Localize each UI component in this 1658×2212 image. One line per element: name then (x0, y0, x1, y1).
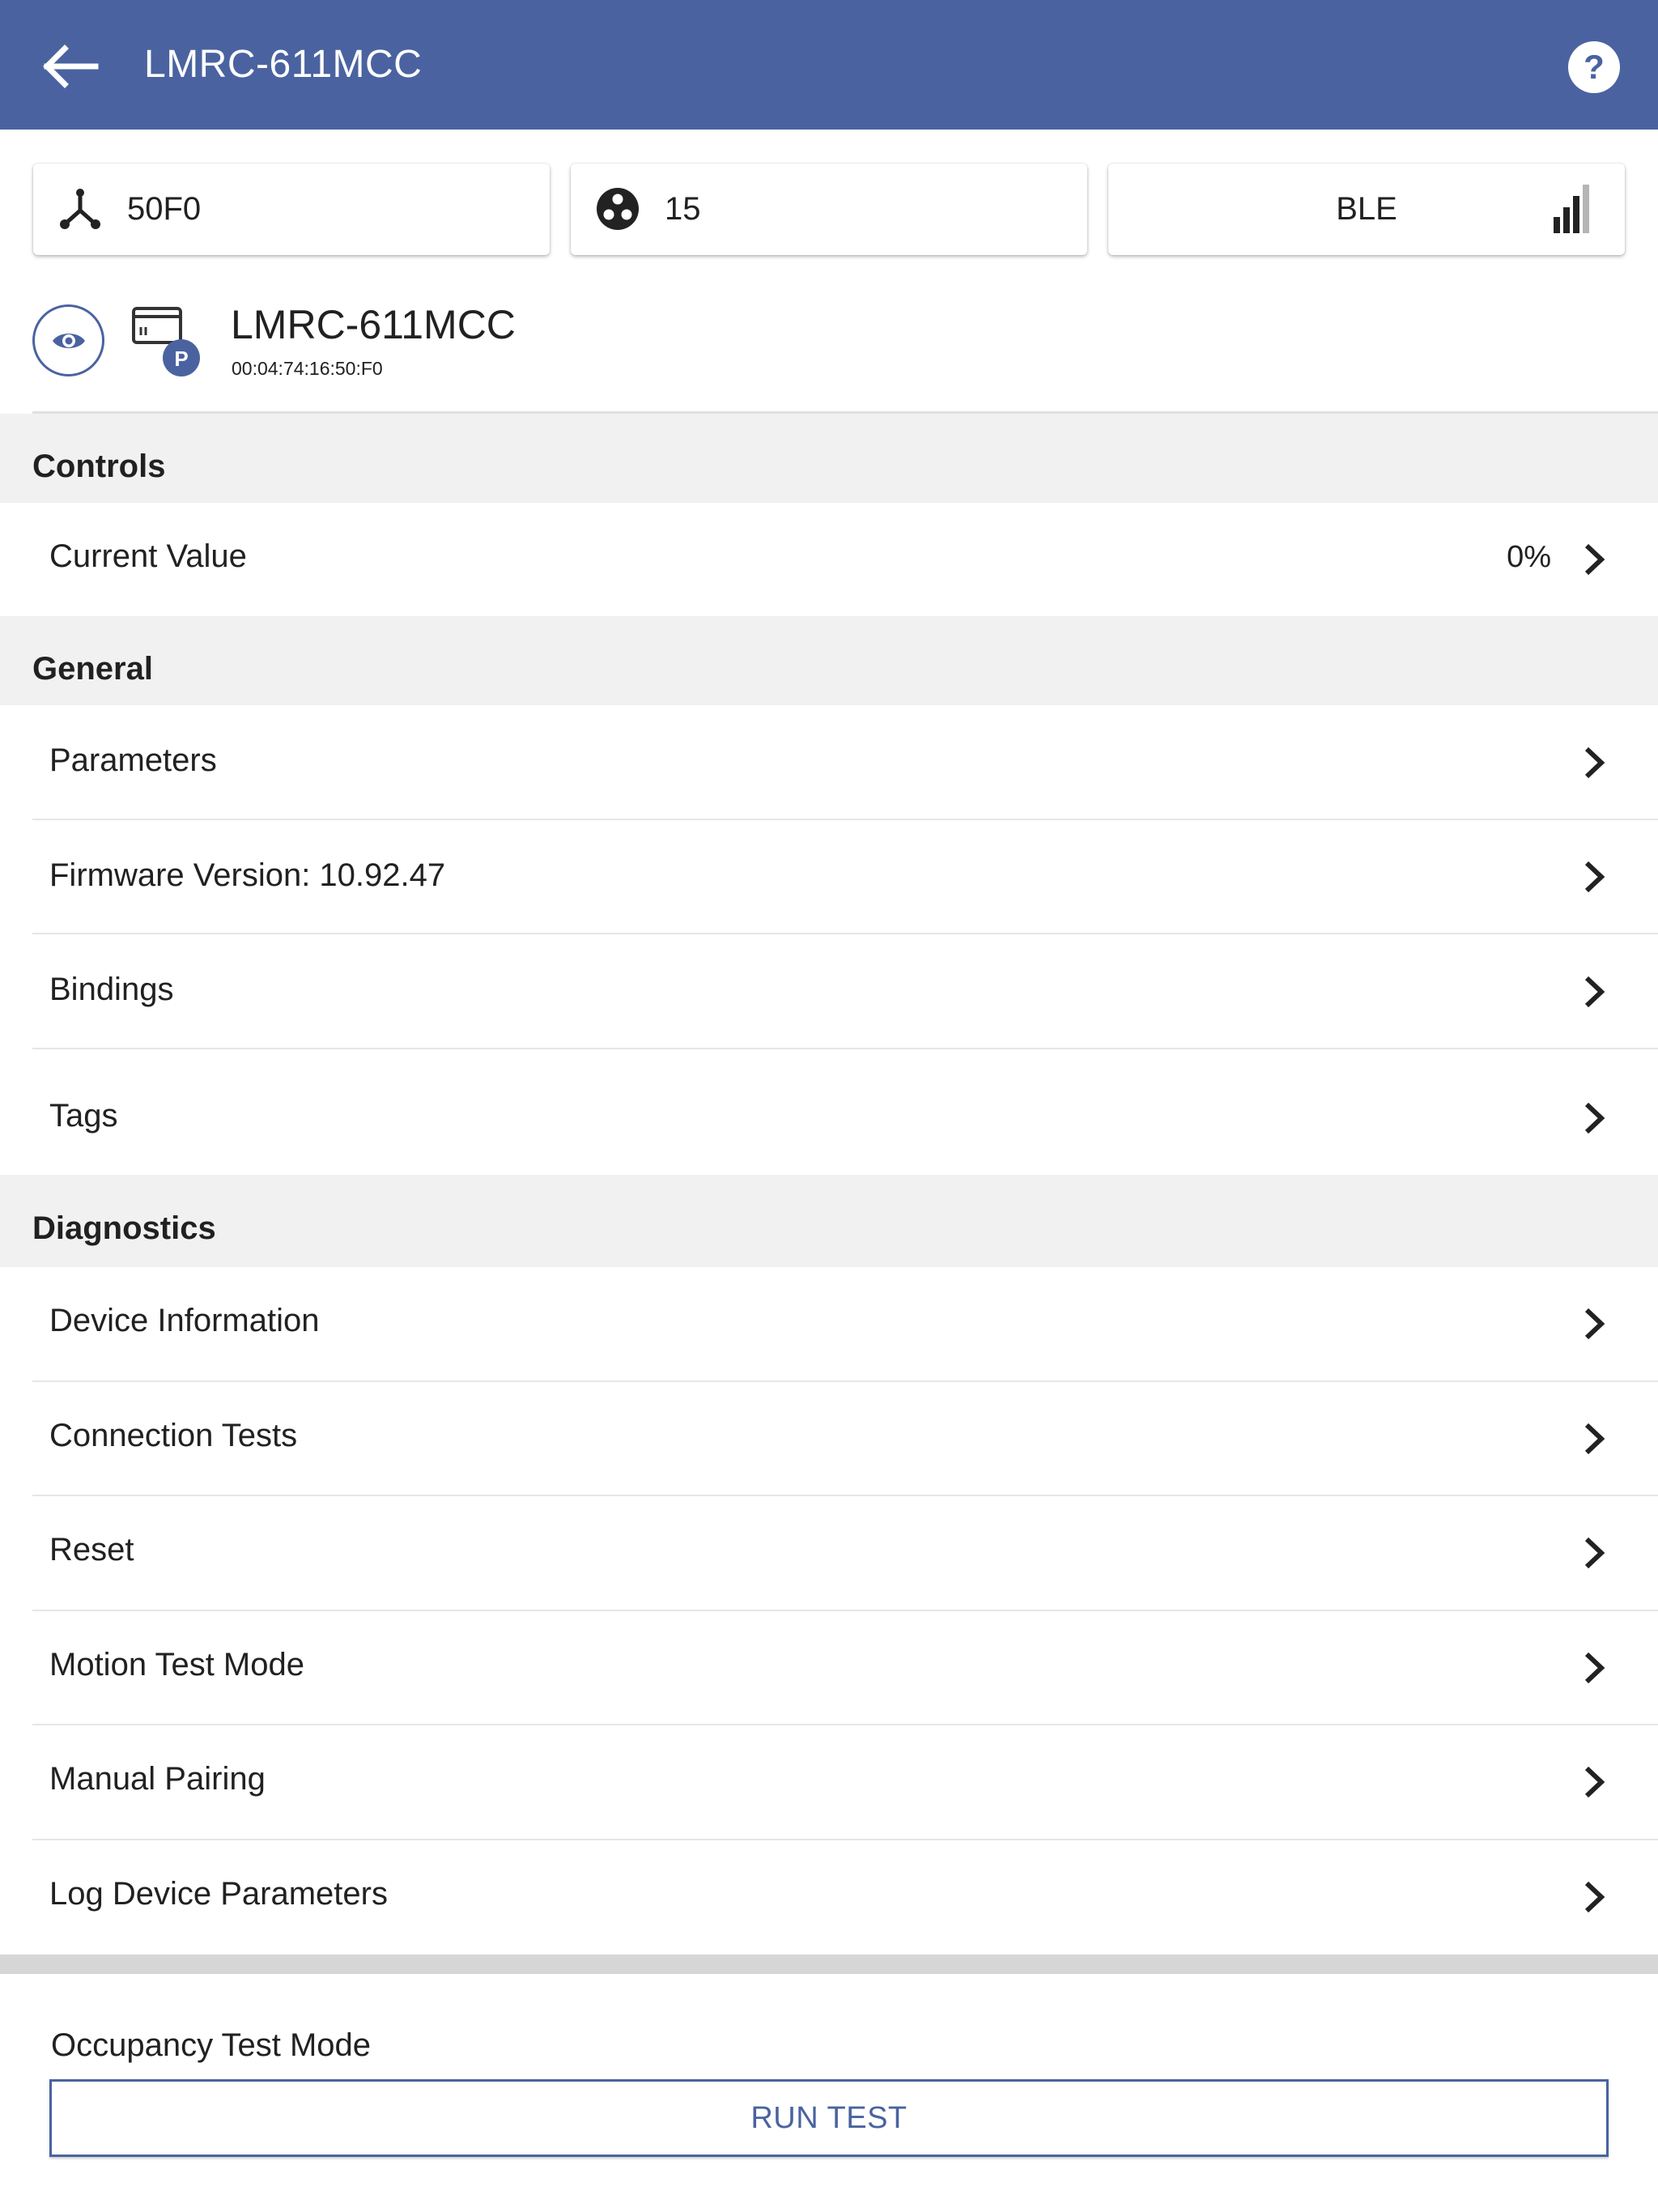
row-tags[interactable]: Tags (0, 1049, 1658, 1175)
row-reset[interactable]: Reset (0, 1496, 1658, 1611)
row-label: Manual Pairing (49, 1761, 266, 1797)
row-bindings[interactable]: Bindings (0, 934, 1658, 1049)
run-test-button[interactable]: RUN TEST (49, 2079, 1609, 2157)
current-value: 0% (1507, 540, 1551, 574)
device-badge: P (174, 347, 188, 371)
chevron-right-icon (1584, 1766, 1605, 1798)
row-log-device-parameters[interactable]: Log Device Parameters (0, 1840, 1658, 1955)
row-label: Device Information (49, 1303, 320, 1338)
section-controls: Controls (0, 414, 1658, 503)
device-mac-address: 00:04:74:16:50:F0 (232, 358, 383, 379)
eye-icon (52, 333, 85, 348)
page-title: LMRC-611MCC (144, 43, 423, 86)
section-title: Controls (32, 449, 166, 484)
chevron-right-icon (1584, 976, 1605, 1008)
device-name: LMRC-611MCC (231, 302, 516, 347)
svg-text:?: ? (1584, 48, 1605, 86)
chevron-right-icon (1584, 1308, 1605, 1340)
row-label: Connection Tests (49, 1418, 298, 1453)
row-current-value[interactable]: Current Value 0% (0, 503, 1658, 616)
occupancy-test-label: Occupancy Test Mode (51, 2027, 372, 2063)
help-button[interactable]: ? (1567, 40, 1621, 94)
identify-button[interactable] (32, 304, 104, 376)
arrow-left-icon (43, 45, 99, 88)
chevron-right-icon (1584, 1652, 1605, 1684)
row-manual-pairing[interactable]: Manual Pairing (0, 1725, 1658, 1840)
signal-strength-icon (1554, 185, 1589, 233)
row-device-information[interactable]: Device Information (0, 1267, 1658, 1382)
row-label: Parameters (49, 742, 217, 778)
connection-type: BLE (1336, 191, 1397, 227)
row-label: Firmware Version: 10.92.47 (49, 857, 446, 893)
connection-card[interactable]: BLE (1108, 164, 1625, 255)
row-connection-tests[interactable]: Connection Tests (0, 1382, 1658, 1496)
section-general: General (0, 616, 1658, 705)
network-id: 50F0 (127, 191, 202, 227)
row-label: Log Device Parameters (49, 1876, 388, 1912)
chevron-right-icon (1584, 1881, 1605, 1913)
chevron-right-icon (1584, 1537, 1605, 1569)
network-hub-icon (60, 189, 100, 229)
bottom-separator (0, 1955, 1658, 1974)
chevron-right-icon (1584, 1423, 1605, 1455)
chevron-right-icon (1584, 861, 1605, 893)
device-detail-screen: LMRC-611MCC ? 50F0 15 BLE P LMRC-611MCC … (0, 0, 1658, 2212)
row-firmware-version[interactable]: Firmware Version: 10.92.47 (0, 820, 1658, 934)
zone-count: 15 (665, 191, 701, 227)
network-card[interactable]: 50F0 (33, 164, 550, 255)
section-title: Diagnostics (32, 1210, 216, 1246)
row-parameters[interactable]: Parameters (0, 705, 1658, 820)
row-label: Tags (49, 1098, 118, 1134)
row-motion-test-mode[interactable]: Motion Test Mode (0, 1611, 1658, 1725)
group-circle-icon (597, 188, 639, 230)
row-label: Current Value (49, 538, 247, 574)
zone-card[interactable]: 15 (571, 164, 1087, 255)
row-label: Motion Test Mode (49, 1647, 304, 1682)
chevron-right-icon (1584, 1102, 1605, 1134)
section-title: General (32, 651, 153, 687)
app-bar: LMRC-611MCC ? (0, 0, 1658, 130)
chevron-right-icon (1584, 543, 1605, 576)
back-button[interactable] (36, 37, 104, 96)
help-circle-icon: ? (1568, 41, 1620, 93)
chevron-right-icon (1584, 747, 1605, 779)
row-label: Bindings (49, 972, 174, 1007)
section-diagnostics: Diagnostics (0, 1175, 1658, 1267)
room-controller-icon: P (132, 307, 200, 376)
row-label: Reset (49, 1532, 134, 1568)
